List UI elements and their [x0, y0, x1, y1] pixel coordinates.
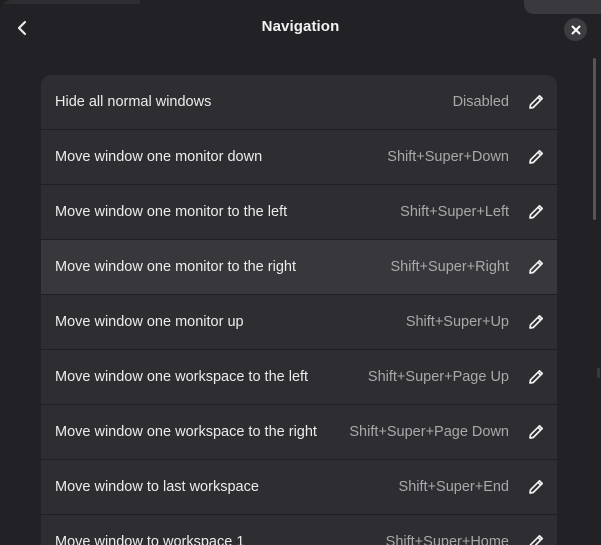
shortcut-accelerator: Shift+Super+Right — [390, 259, 510, 275]
edit-pencil-icon[interactable] — [527, 479, 544, 496]
shortcut-row[interactable]: Move window one monitor to the right Shi… — [41, 240, 557, 295]
edge-marker — [597, 368, 600, 378]
shortcut-row[interactable]: Hide all normal windows Disabled — [41, 75, 557, 130]
window-close-icon — [571, 25, 580, 34]
header-bar: Navigation — [0, 0, 601, 56]
shortcut-row[interactable]: Move window one workspace to the left Sh… — [41, 350, 557, 405]
edit-pencil-icon[interactable] — [527, 369, 544, 386]
edit-pencil-icon[interactable] — [527, 424, 544, 441]
shortcut-accelerator: Disabled — [452, 94, 509, 110]
shortcut-label: Move window to workspace 1 — [55, 534, 245, 545]
edit-pencil-icon[interactable] — [527, 94, 544, 111]
shortcut-row[interactable]: Move window to workspace 1 Shift+Super+H… — [41, 515, 557, 545]
shortcut-accelerator: Shift+Super+Left — [400, 204, 509, 220]
shortcut-label: Move window one monitor to the left — [55, 204, 288, 220]
shortcut-label: Move window one monitor down — [55, 149, 263, 165]
shortcut-accelerator: Shift+Super+Down — [387, 149, 509, 165]
shortcut-row[interactable]: Move window one monitor up Shift+Super+U… — [41, 295, 557, 350]
shortcut-accelerator: Shift+Super+Home — [385, 534, 509, 545]
shortcut-label: Move window to last workspace — [55, 479, 259, 495]
edit-pencil-icon[interactable] — [527, 259, 544, 276]
shortcut-label: Hide all normal windows — [55, 94, 212, 110]
scrollbar[interactable] — [593, 58, 596, 220]
shortcut-label: Move window one monitor up — [55, 314, 244, 330]
shortcut-label: Move window one workspace to the right — [55, 424, 317, 440]
shortcut-accelerator: Shift+Super+Page Up — [367, 369, 509, 385]
shortcut-accelerator: Shift+Super+End — [398, 479, 509, 495]
edit-pencil-icon[interactable] — [527, 204, 544, 221]
shortcut-row[interactable]: Move window one monitor to the left Shif… — [41, 185, 557, 240]
page-title: Navigation — [261, 18, 340, 35]
shortcut-label: Move window one monitor to the right — [55, 259, 296, 275]
edit-pencil-icon[interactable] — [527, 149, 544, 166]
shortcut-label: Move window one workspace to the left — [55, 369, 309, 385]
shortcut-accelerator: Shift+Super+Up — [405, 314, 509, 330]
shortcut-row[interactable]: Move window one workspace to the right S… — [41, 405, 557, 460]
shortcut-accelerator: Shift+Super+Page Down — [349, 424, 509, 440]
close-button[interactable] — [564, 18, 587, 41]
shortcut-row[interactable]: Move window to last workspace Shift+Supe… — [41, 460, 557, 515]
shortcuts-dialog: Navigation Hide all normal windows Disab… — [0, 0, 601, 545]
edit-pencil-icon[interactable] — [527, 534, 544, 545]
shortcut-row[interactable]: Move window one monitor down Shift+Super… — [41, 130, 557, 185]
edit-pencil-icon[interactable] — [527, 314, 544, 331]
shortcut-list: Hide all normal windows Disabled Move wi… — [41, 75, 557, 545]
